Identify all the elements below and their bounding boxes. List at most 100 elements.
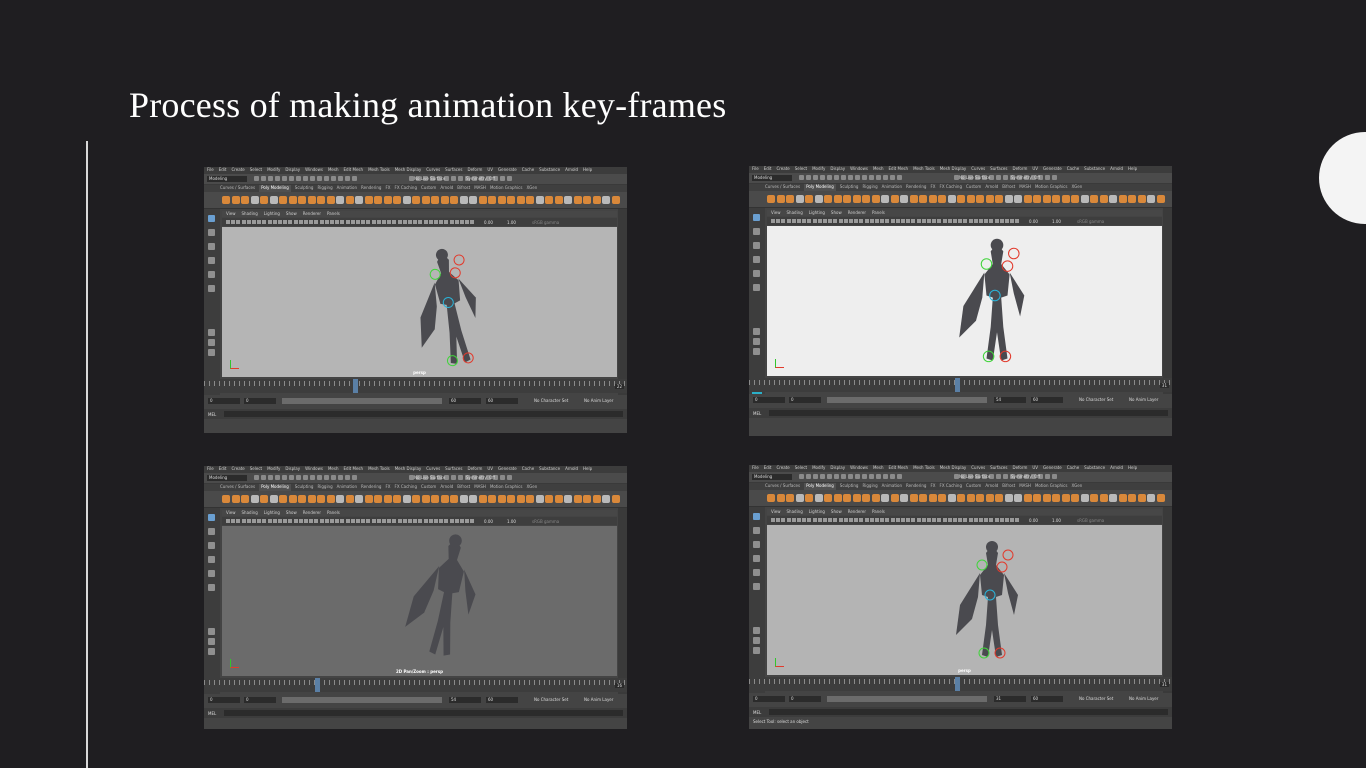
panel-tool-icon[interactable] bbox=[293, 519, 298, 523]
panel-menu-item[interactable]: View bbox=[226, 211, 236, 217]
status-line-icon[interactable] bbox=[289, 176, 294, 181]
status-line-icon[interactable] bbox=[451, 176, 456, 181]
menu-item[interactable]: Curves bbox=[971, 166, 985, 173]
menu-item[interactable]: Select bbox=[795, 465, 807, 472]
shelf-tool-icon[interactable] bbox=[1147, 494, 1155, 502]
panel-tool-icon[interactable] bbox=[345, 220, 350, 224]
tool-icon[interactable] bbox=[208, 584, 215, 591]
menu-item[interactable]: Generate bbox=[1043, 166, 1062, 173]
panel-tool-icon[interactable] bbox=[791, 518, 796, 522]
menu-item[interactable]: Modify bbox=[267, 466, 280, 473]
panel-tool-icon[interactable] bbox=[356, 519, 360, 523]
range-end-field[interactable]: 60 bbox=[1031, 696, 1063, 702]
shelf-tool-icon[interactable] bbox=[1042, 195, 1051, 203]
shelf-tab[interactable]: Rigging bbox=[862, 483, 877, 490]
shelf-tool-icon[interactable] bbox=[412, 495, 420, 503]
shelf-tool-icon[interactable] bbox=[526, 196, 534, 204]
playback-start-field[interactable]: 0 bbox=[789, 696, 821, 702]
shelf-tool-icon[interactable] bbox=[222, 495, 230, 503]
shelf-tool-icon[interactable] bbox=[355, 196, 363, 204]
shelf-tool-icon[interactable] bbox=[516, 196, 525, 204]
range-end-field[interactable]: 60 bbox=[486, 398, 518, 404]
tool-icon[interactable] bbox=[208, 271, 215, 278]
menu-item[interactable]: Substance bbox=[539, 167, 560, 174]
mel-input[interactable] bbox=[769, 709, 1168, 715]
panel-menu-item[interactable]: Panels bbox=[872, 210, 885, 216]
panel-tool-icon[interactable] bbox=[324, 220, 329, 224]
tool-icon[interactable] bbox=[208, 215, 215, 222]
menu-item[interactable]: Substance bbox=[1084, 465, 1105, 472]
shelf-tool-icon[interactable] bbox=[269, 495, 278, 503]
layout-icon[interactable] bbox=[753, 647, 760, 654]
status-line-icon[interactable] bbox=[1052, 474, 1057, 479]
panel-tool-icon[interactable] bbox=[989, 219, 994, 223]
shelf-tab[interactable]: Sculpting bbox=[840, 483, 859, 490]
panel-tool-icon[interactable] bbox=[953, 518, 957, 522]
menu-item[interactable]: File bbox=[207, 167, 214, 174]
status-line-icon[interactable] bbox=[855, 474, 860, 479]
shelf-tool-icon[interactable] bbox=[814, 195, 823, 203]
status-line-icon[interactable] bbox=[458, 176, 463, 181]
layout-icon[interactable] bbox=[208, 349, 215, 356]
shelf-tool-icon[interactable] bbox=[862, 494, 870, 502]
panel-tool-icon[interactable] bbox=[278, 220, 282, 224]
shelf-tool-icon[interactable] bbox=[592, 495, 601, 503]
workspace-dropdown[interactable]: Modeling bbox=[752, 175, 792, 181]
menu-item[interactable]: Mesh bbox=[873, 465, 884, 472]
panel-tool-icon[interactable] bbox=[314, 220, 319, 224]
panel-menu-item[interactable]: Show bbox=[831, 509, 842, 515]
menu-item[interactable]: Mesh Display bbox=[395, 167, 422, 174]
panel-tool-icon[interactable] bbox=[470, 519, 475, 523]
status-line-icon[interactable] bbox=[897, 474, 902, 479]
status-line-icon[interactable] bbox=[289, 475, 294, 480]
layout-icon[interactable] bbox=[208, 628, 215, 635]
layout-icon[interactable] bbox=[753, 637, 760, 644]
shelf-tool-icon[interactable] bbox=[871, 195, 880, 203]
shelf-tool-icon[interactable] bbox=[431, 196, 439, 204]
layout-icon[interactable] bbox=[753, 348, 760, 355]
menu-item[interactable]: Edit Mesh bbox=[889, 166, 909, 173]
time-slider[interactable]: 22 bbox=[204, 379, 627, 393]
menu-item[interactable]: Windows bbox=[305, 167, 323, 174]
panel-tool-icon[interactable] bbox=[963, 219, 968, 223]
rig-controller[interactable] bbox=[453, 254, 465, 266]
shelf-tool-icon[interactable] bbox=[938, 494, 946, 502]
shelf-tool-icon[interactable] bbox=[909, 195, 918, 203]
shelf-tab[interactable]: Custom bbox=[421, 484, 436, 491]
menu-item[interactable]: Mesh bbox=[328, 167, 339, 174]
menu-item[interactable]: Deform bbox=[1012, 166, 1027, 173]
status-line-icon[interactable] bbox=[869, 175, 874, 180]
panel-tool-icon[interactable] bbox=[849, 518, 853, 522]
menu-item[interactable]: Arnold bbox=[565, 167, 578, 174]
shelf-tool-icon[interactable] bbox=[852, 195, 861, 203]
panel-tool-icon[interactable] bbox=[470, 220, 475, 224]
panel-tool-icon[interactable] bbox=[869, 518, 874, 522]
status-line-icon[interactable] bbox=[1003, 474, 1008, 479]
shelf-tool-icon[interactable] bbox=[535, 196, 544, 204]
tool-icon[interactable] bbox=[753, 527, 760, 534]
shelf-tool-icon[interactable] bbox=[776, 494, 785, 502]
status-line-icon[interactable] bbox=[862, 175, 867, 180]
panel-tool-icon[interactable] bbox=[454, 220, 459, 224]
status-line-icon[interactable] bbox=[890, 175, 895, 180]
panel-tool-icon[interactable] bbox=[786, 219, 791, 223]
shelf-tab[interactable]: Rigging bbox=[862, 184, 877, 191]
status-line-icon[interactable] bbox=[507, 475, 512, 480]
panel-tool-icon[interactable] bbox=[927, 219, 931, 223]
status-line-icon[interactable] bbox=[806, 175, 811, 180]
panel-tool-icon[interactable] bbox=[444, 220, 449, 224]
shelf-tool-icon[interactable] bbox=[795, 195, 804, 203]
shelf-tool-icon[interactable] bbox=[412, 196, 420, 204]
panel-tool-icon[interactable] bbox=[288, 519, 293, 523]
panel-tool-icon[interactable] bbox=[802, 219, 807, 223]
rig-controller[interactable] bbox=[1002, 549, 1014, 561]
shelf-tab[interactable]: Curves / Surfaces bbox=[765, 483, 800, 490]
menu-item[interactable]: Display bbox=[285, 167, 300, 174]
menu-item[interactable]: Windows bbox=[850, 465, 868, 472]
shelf-tab[interactable]: Curves / Surfaces bbox=[220, 484, 255, 491]
shelf-tool-icon[interactable] bbox=[317, 196, 325, 204]
panel-menu-item[interactable]: Renderer bbox=[303, 211, 321, 217]
panel-tool-icon[interactable] bbox=[340, 220, 345, 224]
status-line-icon[interactable] bbox=[876, 175, 881, 180]
panel-tool-icon[interactable] bbox=[423, 220, 428, 224]
